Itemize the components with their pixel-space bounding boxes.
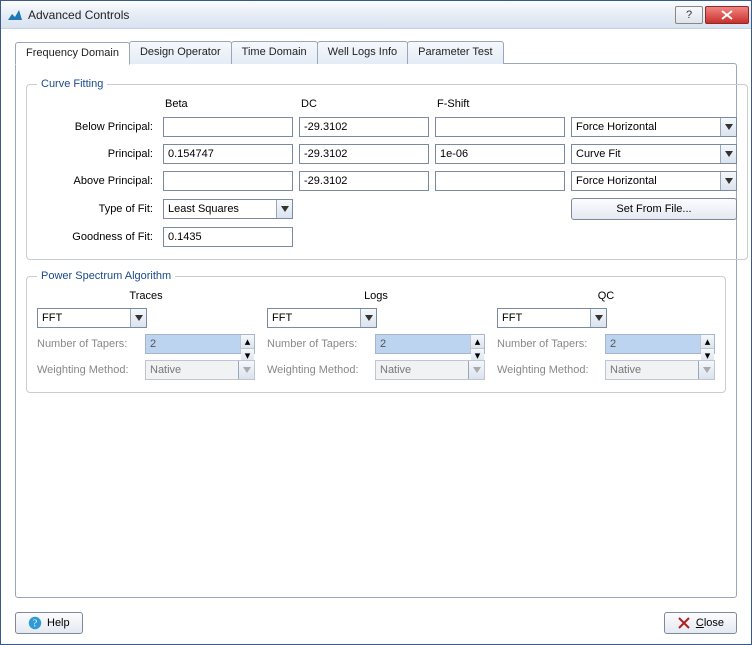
label-traces-tapers: Number of Tapers: <box>37 338 145 350</box>
spinner-traces-tapers <box>145 334 255 354</box>
select-below-mode[interactable] <box>571 117 737 137</box>
help-button-label: Help <box>47 617 70 629</box>
help-titlebar-button[interactable]: ? <box>675 6 703 24</box>
close-titlebar-button[interactable] <box>705 6 749 24</box>
chevron-down-icon[interactable] <box>720 172 736 190</box>
select-above-mode[interactable] <box>571 171 737 191</box>
chevron-down-icon[interactable] <box>590 309 606 327</box>
spinner-buttons: ▴▾ <box>700 335 714 353</box>
curve-fitting-legend: Curve Fitting <box>37 78 107 90</box>
tab-parameter-test[interactable]: Parameter Test <box>407 41 503 64</box>
label-traces-weight: Weighting Method: <box>37 364 145 376</box>
label-logs-tapers: Number of Tapers: <box>267 338 375 350</box>
window-title: Advanced Controls <box>28 8 673 22</box>
chevron-down-icon[interactable] <box>720 145 736 163</box>
close-button[interactable]: Close <box>664 612 737 634</box>
chevron-down-icon <box>238 361 254 379</box>
input-above-fshift[interactable] <box>435 171 565 191</box>
chevron-down-icon <box>468 361 484 379</box>
psa-col-qc: QC Number of Tapers: ▴▾ Weighting Method… <box>497 290 715 380</box>
input-principal-fshift[interactable] <box>435 144 565 164</box>
input-below-beta[interactable] <box>163 117 293 137</box>
tab-frequency-domain[interactable]: Frequency Domain <box>15 42 130 65</box>
input-above-dc[interactable] <box>299 171 429 191</box>
tab-design-operator[interactable]: Design Operator <box>129 41 232 64</box>
tab-well-logs-info[interactable]: Well Logs Info <box>317 41 409 64</box>
label-principal: Principal: <box>37 148 157 160</box>
help-button[interactable]: ? Help <box>15 612 83 634</box>
psa-header-qc: QC <box>497 290 715 302</box>
chevron-down-icon[interactable] <box>130 309 146 327</box>
svg-text:?: ? <box>33 619 38 630</box>
chevron-down-icon[interactable] <box>276 200 292 218</box>
close-icon <box>677 616 691 630</box>
tab-pane-frequency-domain: Curve Fitting Beta DC F-Shift Below Prin… <box>15 63 737 598</box>
spinner-buttons: ▴▾ <box>470 335 484 353</box>
help-icon: ? <box>28 616 42 630</box>
curve-fitting-group: Curve Fitting Beta DC F-Shift Below Prin… <box>26 78 748 260</box>
power-spectrum-group: Power Spectrum Algorithm Traces Number o… <box>26 270 726 393</box>
spinner-logs-tapers <box>375 334 485 354</box>
label-logs-weight: Weighting Method: <box>267 364 375 376</box>
header-dc: DC <box>299 98 429 110</box>
label-type-of-fit: Type of Fit: <box>37 203 157 215</box>
select-type-of-fit[interactable] <box>163 199 293 219</box>
psa-header-traces: Traces <box>37 290 255 302</box>
psa-header-logs: Logs <box>267 290 485 302</box>
input-above-beta[interactable] <box>163 171 293 191</box>
set-from-file-button[interactable]: Set From File... <box>571 198 737 220</box>
label-qc-tapers: Number of Tapers: <box>497 338 605 350</box>
content: Frequency Domain Design Operator Time Do… <box>1 29 751 606</box>
psa-col-traces: Traces Number of Tapers: ▴▾ Weighting Me… <box>37 290 255 380</box>
header-beta: Beta <box>163 98 293 110</box>
input-below-dc[interactable] <box>299 117 429 137</box>
input-below-fshift[interactable] <box>435 117 565 137</box>
input-principal-beta[interactable] <box>163 144 293 164</box>
titlebar: Advanced Controls ? <box>1 1 751 29</box>
psa-col-logs: Logs Number of Tapers: ▴▾ Weighting Meth… <box>267 290 485 380</box>
select-principal-mode[interactable] <box>571 144 737 164</box>
header-fshift: F-Shift <box>435 98 565 110</box>
label-qc-weight: Weighting Method: <box>497 364 605 376</box>
window: Advanced Controls ? Frequency Domain Des… <box>0 0 752 645</box>
chevron-down-icon[interactable] <box>720 118 736 136</box>
label-below-principal: Below Principal: <box>37 121 157 133</box>
tab-bar: Frequency Domain Design Operator Time Do… <box>15 41 737 64</box>
close-button-label: Close <box>696 617 724 629</box>
input-goodness-of-fit[interactable] <box>163 227 293 247</box>
spinner-qc-tapers <box>605 334 715 354</box>
power-spectrum-legend: Power Spectrum Algorithm <box>37 270 175 282</box>
footer: ? Help Close <box>1 606 751 644</box>
app-icon <box>7 7 23 23</box>
tab-time-domain[interactable]: Time Domain <box>231 41 318 64</box>
chevron-down-icon[interactable] <box>360 309 376 327</box>
spinner-buttons: ▴▾ <box>240 335 254 353</box>
input-principal-dc[interactable] <box>299 144 429 164</box>
label-goodness-of-fit: Goodness of Fit: <box>37 231 157 243</box>
chevron-down-icon <box>698 361 714 379</box>
label-above-principal: Above Principal: <box>37 175 157 187</box>
